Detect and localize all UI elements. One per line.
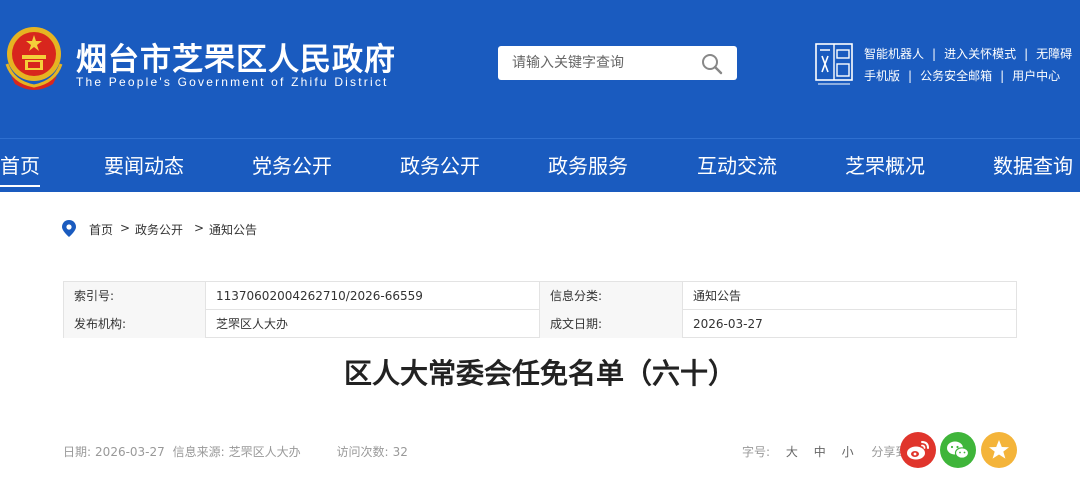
- site-header: 烟台市芝罘区人民政府 The People's Government of Zh…: [0, 0, 1080, 138]
- publisher-label: 发布机构:: [64, 310, 206, 338]
- nav-item-party-affairs[interactable]: 党务公开: [252, 139, 332, 193]
- font-size-label: 字号:: [742, 445, 771, 459]
- site-subtitle: The People's Government of Zhifu Distric…: [76, 75, 389, 89]
- link-robot[interactable]: 智能机器人: [864, 47, 924, 61]
- link-secure-mail[interactable]: 公务安全邮箱: [920, 69, 992, 83]
- link-mobile[interactable]: 手机版: [864, 69, 900, 83]
- meta-date-label: 日期:: [63, 445, 92, 459]
- breadcrumb-separator: >: [194, 221, 205, 235]
- font-size-small-button[interactable]: 小: [842, 445, 854, 459]
- site-title[interactable]: 烟台市芝罘区人民政府: [76, 34, 396, 79]
- nav-item-data-query[interactable]: 数据查询: [993, 139, 1073, 193]
- breadcrumb-notices[interactable]: 通知公告: [209, 221, 257, 238]
- wechat-icon: [947, 441, 970, 459]
- search-input[interactable]: [512, 46, 702, 80]
- link-user-center[interactable]: 用户中心: [1012, 69, 1060, 83]
- search-icon[interactable]: [701, 53, 723, 75]
- font-size-medium-button[interactable]: 中: [814, 445, 826, 459]
- meta-source-label: 信息来源:: [172, 445, 225, 459]
- breadcrumb-separator: >: [120, 221, 131, 235]
- index-label: 索引号:: [64, 282, 206, 310]
- breadcrumb-home[interactable]: 首页: [89, 221, 113, 238]
- date-value: 2026-03-27: [693, 317, 763, 331]
- meta-date-value: 2026-03-27: [95, 445, 165, 459]
- nav-item-gov-affairs[interactable]: 政务公开: [400, 139, 480, 193]
- weibo-icon: [907, 441, 929, 460]
- breadcrumb-gov-affairs[interactable]: 政务公开: [135, 221, 183, 238]
- main-nav: 首页 要闻动态 党务公开 政务公开 政务服务 互动交流 芝罘概况 数据查询: [0, 138, 1080, 192]
- meta-visits-label: 访问次数:: [336, 445, 389, 459]
- divider: |: [1024, 47, 1029, 61]
- share-wechat-button[interactable]: [940, 432, 976, 468]
- search-box: [498, 46, 737, 80]
- national-emblem-icon: [5, 27, 63, 90]
- article-meta: 日期: 2026-03-27 信息来源: 芝罘区人大办 访问次数: 32: [63, 443, 412, 460]
- location-pin-icon: [62, 220, 76, 237]
- category-value: 通知公告: [693, 289, 742, 303]
- date-label: 成文日期:: [540, 310, 683, 338]
- article-title: 区人大常委会任免名单（六十）: [343, 357, 736, 390]
- nav-item-overview[interactable]: 芝罘概况: [845, 139, 925, 193]
- nav-item-home[interactable]: 首页: [0, 139, 40, 193]
- utility-links: 智能机器人 | 进入关怀模式 | 无障碍 手机版 | 公务安全邮箱 | 用户中心: [864, 43, 1072, 87]
- article-tools: 字号: 大 中 小 分享到:: [742, 443, 911, 460]
- index-value: 11370602004262710/2026-66559: [206, 282, 540, 310]
- table-row: 索引号: 11370602004262710/2026-66559 信息分类: …: [64, 282, 1016, 310]
- nav-item-news[interactable]: 要闻动态: [104, 139, 184, 193]
- divider: |: [932, 47, 937, 61]
- meta-source-value: 芝罘区人大办: [228, 445, 301, 459]
- yantai-seal-logo-icon: [815, 43, 853, 85]
- link-care-mode[interactable]: 进入关怀模式: [944, 47, 1016, 61]
- star-icon: [989, 440, 1009, 459]
- nav-item-interaction[interactable]: 互动交流: [697, 139, 777, 193]
- share-favorite-button[interactable]: [981, 432, 1017, 468]
- document-info-table: 索引号: 11370602004262710/2026-66559 信息分类: …: [63, 281, 1017, 338]
- utility-row-2: 手机版 | 公务安全邮箱 | 用户中心: [864, 65, 1072, 87]
- utility-row-1: 智能机器人 | 进入关怀模式 | 无障碍: [864, 43, 1072, 65]
- publisher-value: 芝罘区人大办: [206, 310, 540, 338]
- link-accessibility[interactable]: 无障碍: [1036, 47, 1072, 61]
- nav-item-gov-services[interactable]: 政务服务: [548, 139, 628, 193]
- meta-visits-value: 32: [392, 445, 408, 459]
- divider: |: [1000, 69, 1005, 83]
- category-label: 信息分类:: [540, 282, 683, 310]
- share-weibo-button[interactable]: [900, 432, 936, 468]
- font-size-large-button[interactable]: 大: [786, 445, 798, 459]
- table-row: 发布机构: 芝罘区人大办 成文日期: 2026-03-27: [64, 310, 1016, 338]
- divider: |: [908, 69, 913, 83]
